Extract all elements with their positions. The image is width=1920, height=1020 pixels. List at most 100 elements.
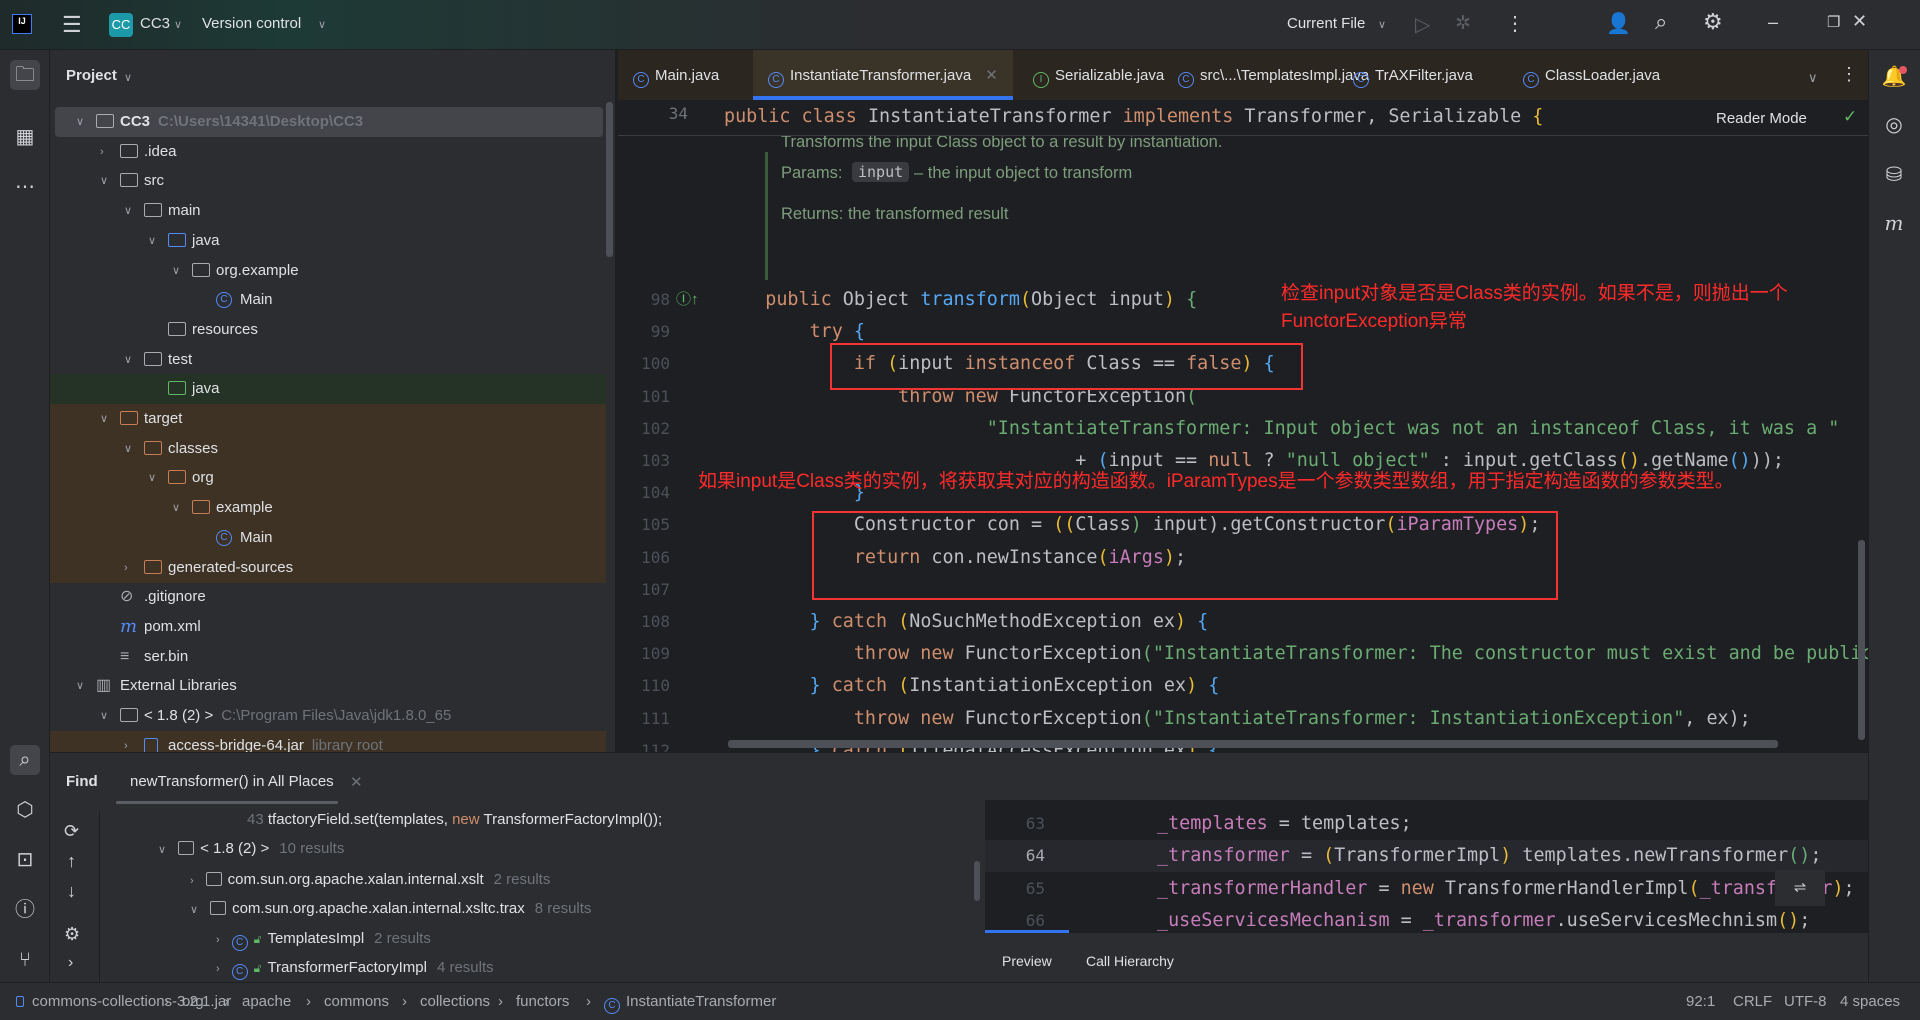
maven-icon[interactable]: m [1879, 208, 1909, 238]
line-separator[interactable]: CRLF [1733, 993, 1772, 1010]
breadcrumb-item[interactable]: org [182, 993, 204, 1010]
tree-item[interactable]: ∨ src [50, 166, 606, 196]
previous-occurrence-icon[interactable]: ↑ [67, 851, 76, 872]
maximize-button[interactable]: ❐ [1827, 13, 1840, 31]
project-badge[interactable]: CC [109, 13, 133, 37]
chevron-down-icon[interactable]: ∨ [124, 71, 132, 84]
next-occurrence-icon[interactable]: ↓ [67, 881, 76, 902]
project-scrollbar[interactable] [606, 102, 613, 257]
tab-list-chevron-icon[interactable]: ∨ [1808, 70, 1818, 86]
more-actions-icon[interactable]: ⋮ [1505, 11, 1525, 36]
run-icon[interactable]: ▷ [1415, 12, 1430, 37]
chevron-right-icon[interactable]: › [216, 934, 220, 946]
cursor-position[interactable]: 92:1 [1686, 993, 1715, 1010]
preview-tab[interactable]: Preview [1002, 953, 1052, 969]
chevron-down-icon[interactable]: ∨ [76, 671, 84, 701]
file-encoding[interactable]: UTF-8 [1784, 993, 1827, 1010]
find-result-row[interactable]: 43 tfactoryField.set(templates, new Tran… [247, 811, 662, 828]
settings-icon[interactable]: ⚙ [64, 924, 80, 945]
tree-item[interactable]: ⊘ .gitignore [50, 582, 606, 612]
chevron-down-icon[interactable]: ∨ [1378, 18, 1386, 31]
code-line[interactable]: } catch (InstantiationException ex) { [721, 670, 1220, 702]
tree-item[interactable]: resources [50, 315, 606, 345]
breadcrumb-item[interactable]: functors [516, 993, 569, 1010]
tab-more-icon[interactable]: ⋮ [1840, 64, 1858, 85]
code-line[interactable]: public Object transform(Object input) { [721, 284, 1197, 316]
tree-item[interactable]: ∨ java [50, 226, 606, 256]
tree-item[interactable]: ∨ org.example [50, 256, 606, 286]
structure-tool-icon[interactable]: ▦ [10, 122, 40, 152]
run-config-selector[interactable]: Current File [1287, 15, 1365, 32]
chevron-down-icon[interactable]: ∨ [124, 434, 132, 464]
tree-item[interactable]: ∨ < 1.8 (2) > C:\Program Files\Java\jdk1.8… [50, 701, 606, 731]
chevron-down-icon[interactable]: ∨ [76, 107, 84, 137]
code-line[interactable]: _transformer = (TransformerImpl) templat… [1157, 840, 1821, 872]
minimize-button[interactable]: – [1768, 12, 1778, 33]
chevron-down-icon[interactable]: ∨ [172, 256, 180, 286]
find-result-row[interactable]: ∨ com.sun.org.apache.xalan.internal.xsltc… [190, 900, 591, 917]
tree-item[interactable]: ≡ ser.bin [50, 642, 606, 672]
editor-vertical-scrollbar[interactable] [1858, 540, 1865, 740]
close-button[interactable]: ✕ [1852, 11, 1867, 32]
project-name[interactable]: CC3 [140, 15, 170, 32]
chevron-down-icon[interactable]: ∨ [148, 463, 156, 493]
more-tools-icon[interactable]: ⋯ [10, 172, 40, 202]
indent-setting[interactable]: 4 spaces [1840, 993, 1900, 1010]
tree-item[interactable]: ∨ classes [50, 433, 606, 464]
tree-item[interactable]: ∨ target [50, 404, 606, 434]
breadcrumb-item[interactable]: C InstantiateTransformer [604, 993, 776, 1014]
code-line[interactable]: _templates = templates; [1157, 808, 1412, 840]
tree-item[interactable]: ∨ main [50, 196, 606, 226]
tree-item[interactable]: ∨ org [50, 463, 606, 494]
code-line[interactable]: _transformerHandler = new TransformerHan… [1157, 873, 1855, 905]
tab-traxfilter-java[interactable]: C TrAXFilter.java [1353, 50, 1473, 100]
chevron-down-icon[interactable]: ∨ [174, 18, 182, 31]
sticky-line[interactable]: 34 public class InstantiateTransformer i… [618, 100, 1868, 136]
call-hierarchy-tab[interactable]: Call Hierarchy [1086, 953, 1174, 969]
find-tab[interactable]: newTransformer() in All Places [130, 773, 334, 790]
git-icon[interactable]: ⑂ [10, 945, 40, 975]
chevron-down-icon[interactable]: ∨ [148, 226, 156, 256]
ai-assistant-icon[interactable]: ◎ [1879, 110, 1909, 140]
code-line[interactable]: _useServicesMechanism = _transformer.use… [1157, 905, 1810, 933]
chevron-down-icon[interactable]: ∨ [100, 404, 108, 434]
search-icon[interactable]: ⌕ [1655, 9, 1667, 35]
tree-item[interactable]: C Main [50, 285, 606, 315]
chevron-down-icon[interactable]: ∨ [190, 904, 198, 916]
tree-item[interactable]: › .idea [50, 137, 606, 167]
chevron-down-icon[interactable]: ∨ [318, 18, 326, 31]
find-result-row[interactable]: › com.sun.org.apache.xalan.internal.xslt 2… [190, 871, 550, 888]
tab-main-java[interactable]: C Main.java [633, 50, 719, 100]
reader-mode-button[interactable]: Reader Mode [1716, 110, 1807, 127]
chevron-right-icon[interactable]: › [124, 553, 128, 583]
tab-src-templatesimpl-java[interactable]: Csrc\...\TemplatesImpl.java [1178, 50, 1369, 100]
tab-serializable-java[interactable]: I Serializable.java [1033, 50, 1164, 100]
tree-item[interactable]: ∨ test [50, 345, 606, 375]
tree-item[interactable]: m pom.xml [50, 612, 606, 642]
code-line[interactable]: } catch (NoSuchMethodException ex) { [721, 606, 1209, 638]
gear-icon[interactable]: ⚙ [1703, 9, 1723, 35]
debug-icon[interactable]: ✲ [1455, 12, 1471, 35]
database-icon[interactable]: ⛁ [1879, 160, 1909, 190]
find-result-row[interactable]: ∨ < 1.8 (2) > 10 results [158, 840, 344, 857]
chevron-down-icon[interactable]: ∨ [124, 196, 132, 226]
close-tab-icon[interactable]: ✕ [985, 67, 998, 84]
chevron-right-icon[interactable]: › [190, 875, 194, 887]
app-logo[interactable]: IJ [12, 14, 32, 34]
find-scrollbar[interactable] [974, 861, 980, 901]
tree-item[interactable]: ∨ CC3 C:\Users\14341\Desktop\CC3 [55, 107, 603, 137]
chevron-right-icon[interactable]: › [216, 963, 220, 975]
tree-item[interactable]: › access-bridge-64.jar library root [50, 730, 606, 752]
expand-icon[interactable]: › [68, 954, 73, 972]
tab-instantiatetransformer-java[interactable]: C InstantiateTransformer.java ✕ [753, 50, 1013, 100]
close-tab-icon[interactable]: ✕ [350, 773, 363, 791]
breadcrumb-item[interactable]: commons [324, 993, 389, 1010]
add-user-icon[interactable]: 👤 [1606, 11, 1631, 36]
chevron-right-icon[interactable]: › [100, 137, 104, 167]
find-tool-icon[interactable]: ⌕ [10, 745, 40, 775]
implements-gutter-icon[interactable]: Ⓘ↑ [676, 288, 699, 309]
code-line[interactable]: throw new FunctorException("InstantiateT… [721, 703, 1751, 735]
version-control-menu[interactable]: Version control [202, 15, 301, 32]
chevron-down-icon[interactable]: ∨ [124, 345, 132, 375]
problems-icon[interactable]: ⓘ [10, 895, 40, 925]
